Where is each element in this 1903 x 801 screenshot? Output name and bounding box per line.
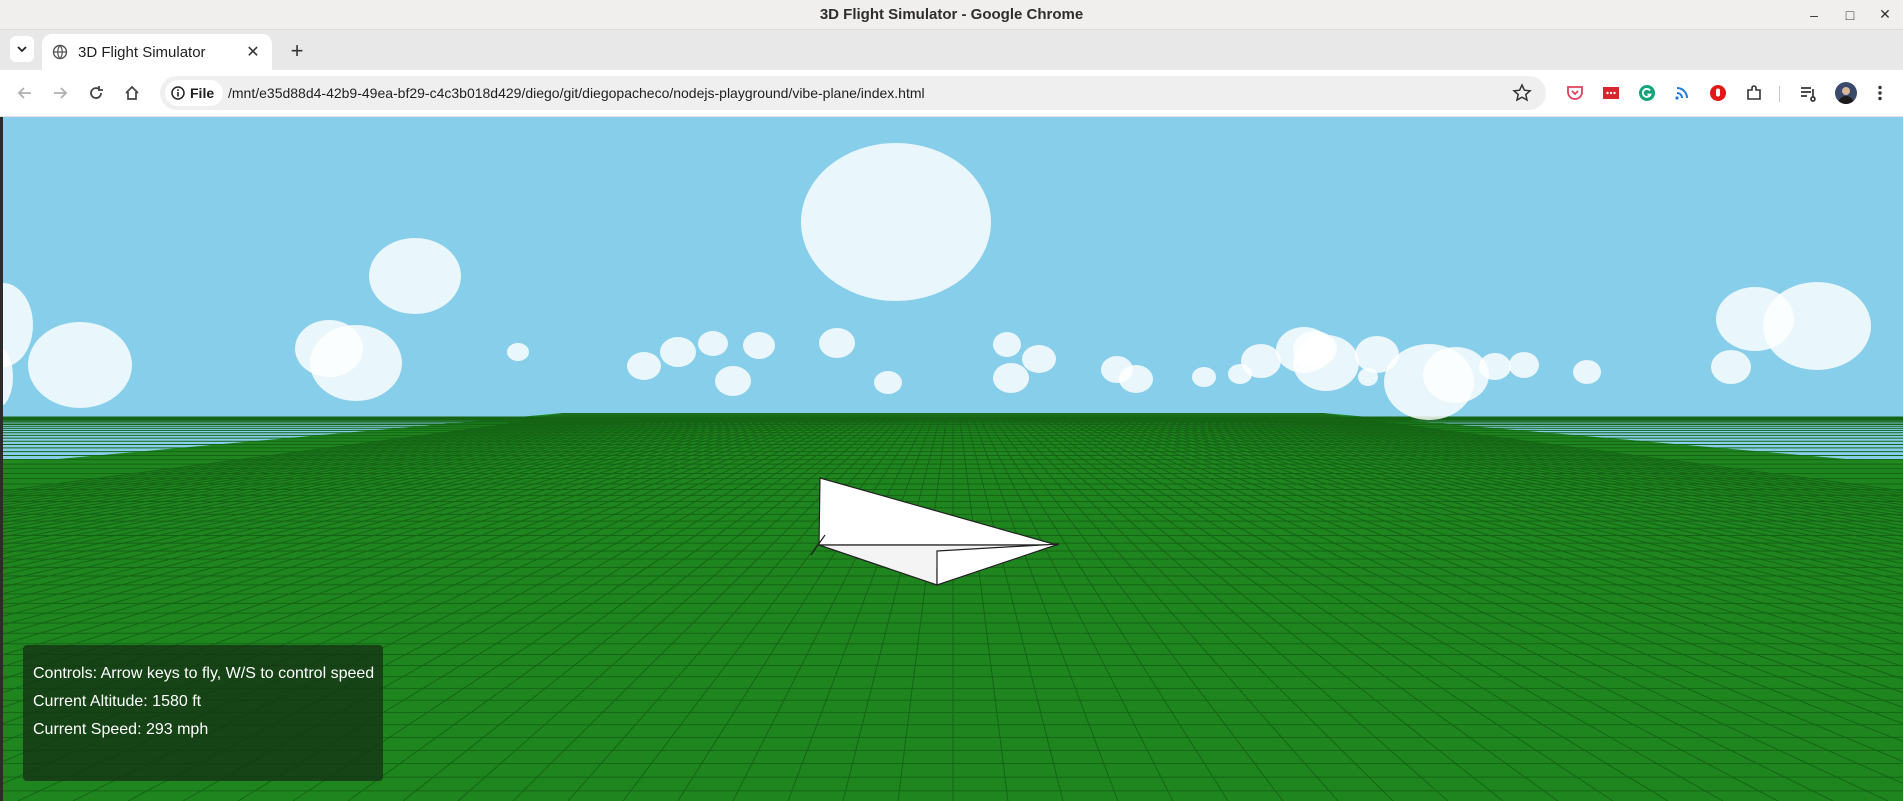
hud-panel: Controls: Arrow keys to fly, W/S to cont… [23,645,383,781]
info-icon [171,86,185,100]
tab-strip: 3D Flight Simulator ✕ + [0,30,1903,70]
avatar[interactable] [1835,82,1857,104]
tab-title: 3D Flight Simulator [78,43,206,61]
wireless-icon[interactable] [1672,83,1692,103]
maximize-icon[interactable]: □ [1832,0,1868,29]
ext-stop-icon[interactable] [1708,83,1728,103]
ext-red-icon[interactable] [1601,83,1621,103]
tab-search-button[interactable] [10,36,34,62]
tab-close-icon[interactable]: ✕ [242,41,264,63]
url-text[interactable]: /mnt/e35d88d4-42b9-49ea-bf29-c4c3b018d42… [228,85,925,101]
toolbar-divider [1779,86,1780,102]
pocket-icon[interactable] [1565,83,1585,103]
hud-controls: Controls: Arrow keys to fly, W/S to cont… [33,665,375,682]
tab-flight-simulator[interactable]: 3D Flight Simulator ✕ [42,34,272,70]
puzzle-icon[interactable] [1744,83,1764,103]
media-queue-icon[interactable] [1798,83,1818,103]
chevron-down-icon [17,46,27,53]
site-info-chip[interactable]: File [165,80,223,106]
star-icon[interactable] [1512,83,1532,103]
home-icon[interactable] [117,78,147,108]
close-window-icon[interactable]: ✕ [1867,0,1903,29]
scheme-label: File [190,85,215,101]
hud-altitude: Current Altitude: 1580 ft [33,693,202,710]
hud-speed: Current Speed: 293 mph [33,721,209,738]
forward-arrow-icon[interactable] [45,78,75,108]
grammarly-icon[interactable] [1637,83,1657,103]
window-titlebar: 3D Flight Simulator - Google Chrome – □ … [0,0,1903,30]
new-tab-icon[interactable]: + [284,38,310,64]
menu-kebab-icon[interactable] [1870,83,1890,103]
browser-toolbar: File /mnt/e35d88d4-42b9-49ea-bf29-c4c3b0… [0,70,1903,117]
globe-icon [52,44,68,60]
back-arrow-icon[interactable] [10,78,40,108]
reload-icon[interactable] [81,78,111,108]
flight-canvas[interactable]: Controls: Arrow keys to fly, W/S to cont… [3,117,1903,801]
minimize-icon[interactable]: – [1796,0,1832,29]
window-title: 3D Flight Simulator - Google Chrome [819,6,1084,23]
address-bar[interactable]: File /mnt/e35d88d4-42b9-49ea-bf29-c4c3b0… [160,76,1546,110]
